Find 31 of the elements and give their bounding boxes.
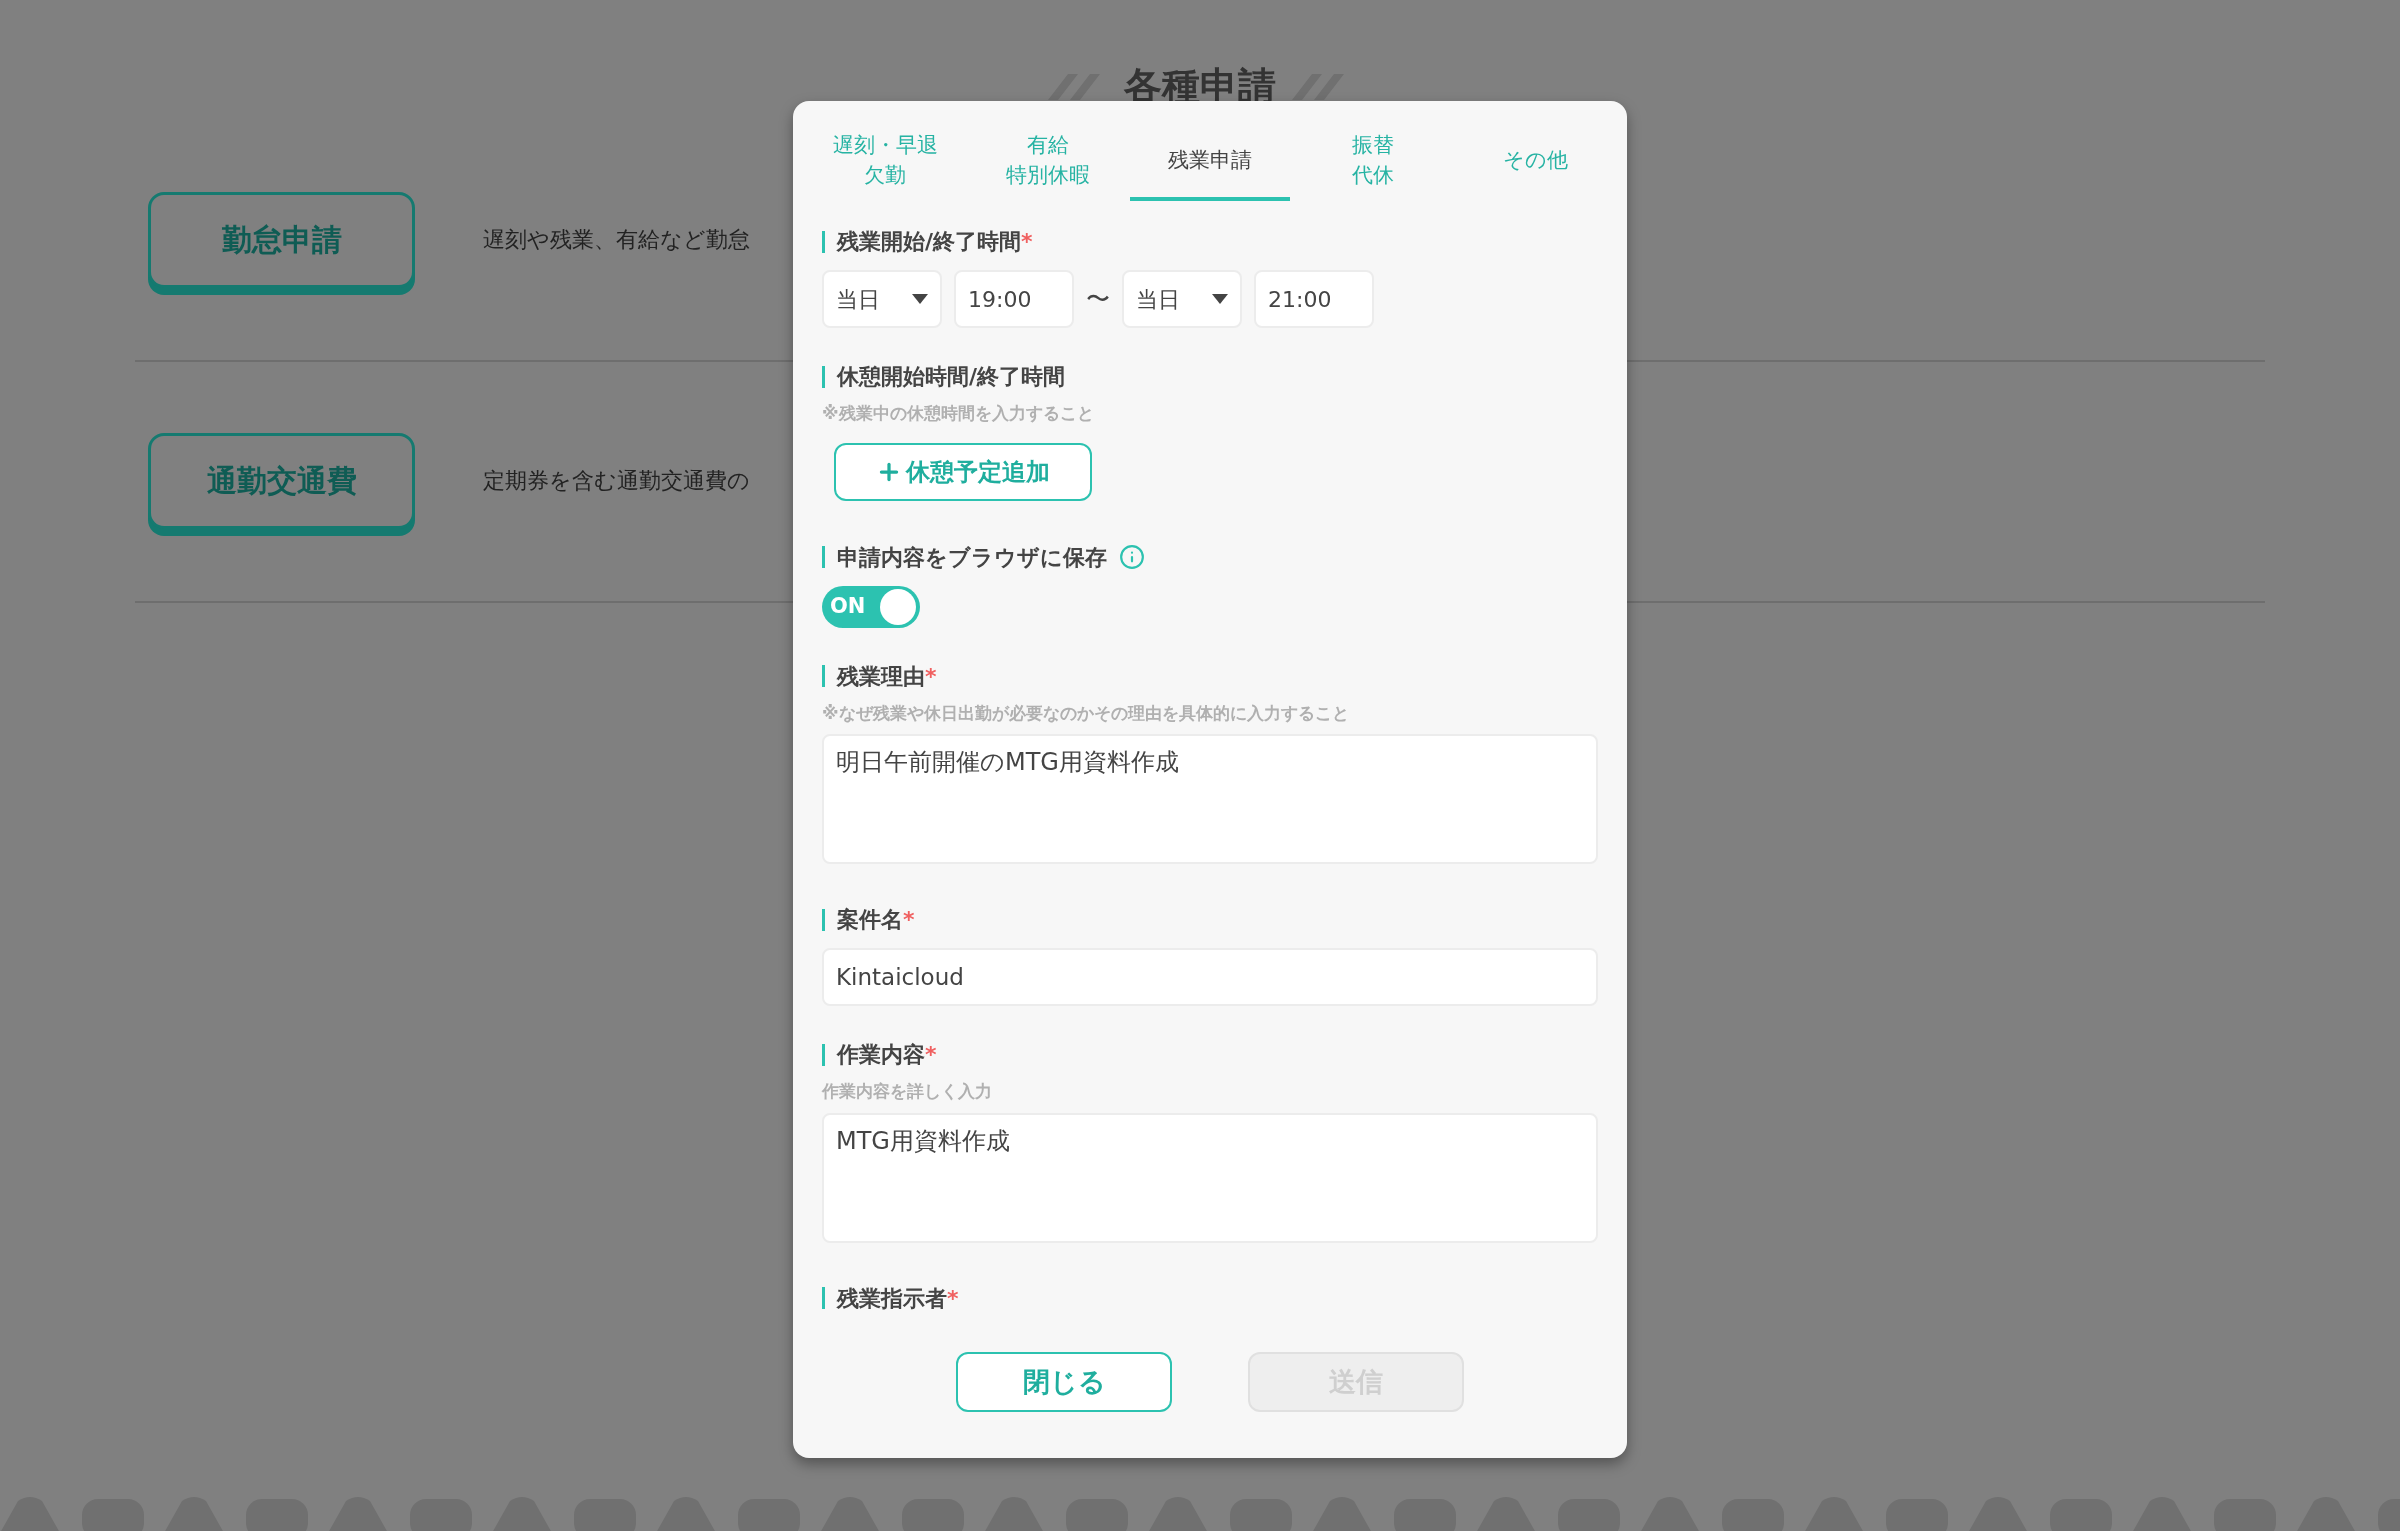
tab[interactable]: 有給 特別休暇	[967, 123, 1128, 201]
caret-icon	[912, 294, 928, 304]
close-button[interactable]: 閉じる	[956, 1352, 1172, 1412]
tab[interactable]: 残業申請	[1130, 123, 1290, 201]
day-select[interactable]: 当日	[822, 270, 942, 328]
toggle-switch[interactable]: ON	[822, 585, 920, 628]
field-label: 案件名*	[837, 906, 915, 934]
day-select[interactable]: 当日	[1122, 270, 1242, 328]
field-label: 休憩開始時間/終了時間	[837, 363, 1066, 391]
field-label: 残業開始/終了時間*	[837, 228, 1033, 256]
category-description: 遅刻や残業、有給など勤怠	[483, 226, 750, 254]
text-field[interactable]: Kintaicloud	[822, 948, 1598, 1006]
tab[interactable]: その他	[1455, 123, 1615, 201]
field-label: 申請内容をブラウザに保存	[837, 543, 1107, 572]
tab[interactable]: 振替 代休	[1292, 123, 1453, 201]
info-icon[interactable]	[1119, 544, 1145, 570]
add-break-button[interactable]: 休憩予定追加	[834, 442, 1092, 501]
time-field[interactable]: 19:00	[954, 270, 1074, 328]
text-area[interactable]: MTG用資料作成	[822, 1112, 1598, 1243]
field-hint: 作業内容を詳しく入力	[822, 1080, 993, 1103]
field-hint: ※なぜ残業や休日出勤が必要なのかその理由を具体的に入力すること	[822, 701, 1350, 725]
category-description: 定期券を含む通勤交通費の	[483, 467, 750, 495]
tab[interactable]: 遅刻・早退 欠勤	[805, 123, 965, 201]
caret-icon	[1212, 294, 1228, 304]
time-field[interactable]: 21:00	[1254, 270, 1374, 328]
field-label: 残業理由*	[837, 662, 937, 691]
field-label: 残業指示者*	[837, 1284, 959, 1313]
range-separator: 〜	[1086, 284, 1110, 315]
field-label: 作業内容*	[837, 1041, 937, 1069]
text-area[interactable]: 明日午前開催のMTG用資料作成	[822, 734, 1598, 864]
field-hint: ※残業中の休憩時間を入力すること	[822, 402, 1095, 425]
